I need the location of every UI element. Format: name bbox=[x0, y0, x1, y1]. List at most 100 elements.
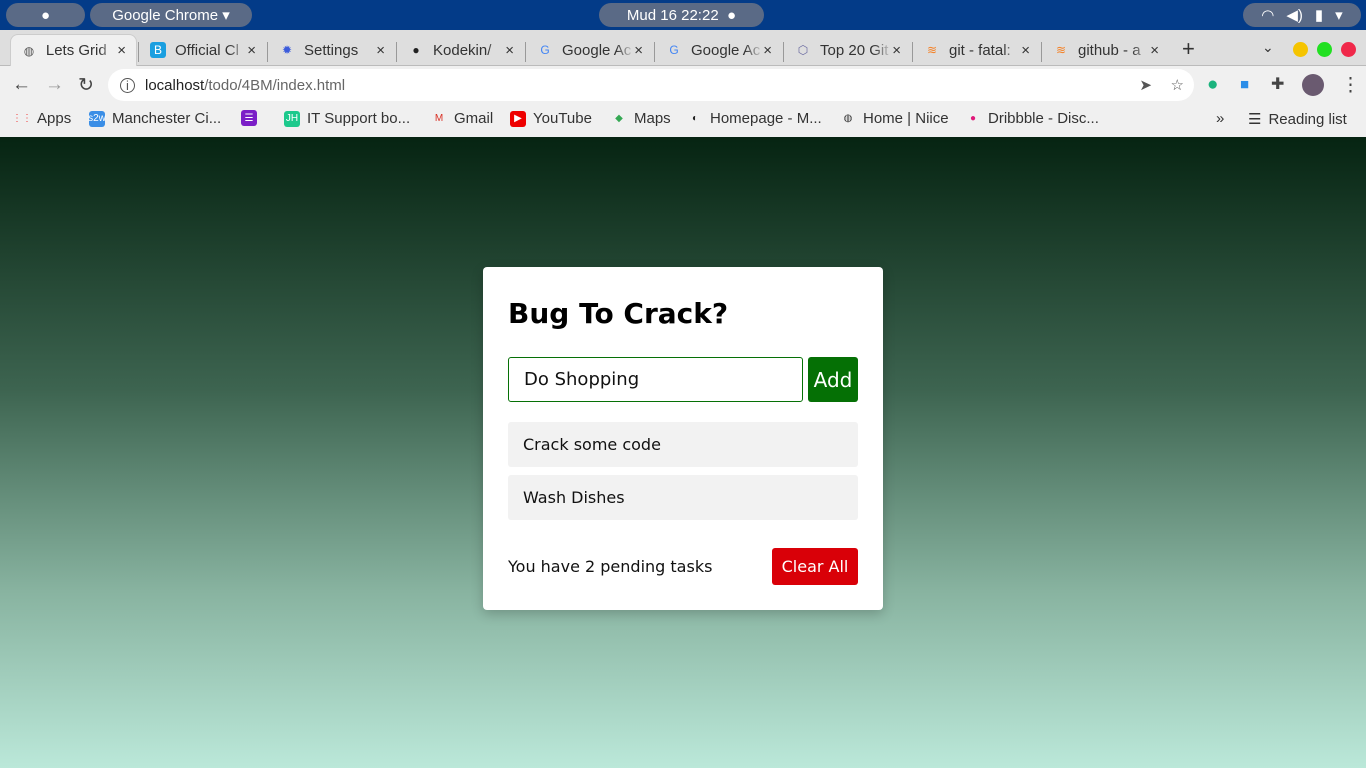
bookmark[interactable]: ◐ Homepage - M... bbox=[687, 110, 822, 127]
todo-title: Bug To Crack? bbox=[508, 297, 729, 330]
add-button[interactable]: Add bbox=[808, 357, 858, 402]
wifi-icon: ◠ bbox=[1261, 7, 1275, 24]
gear-icon: ✹ bbox=[281, 43, 293, 57]
globe-icon: ◍ bbox=[23, 43, 35, 58]
github-icon: ● bbox=[412, 43, 420, 57]
info-icon: i bbox=[120, 77, 135, 93]
volume-icon: ◀) bbox=[1286, 7, 1303, 24]
tab-separator bbox=[396, 42, 397, 62]
minimize-button[interactable] bbox=[1293, 42, 1308, 57]
close-icon[interactable]: × bbox=[376, 42, 385, 59]
bootstrap-icon: B bbox=[150, 42, 166, 58]
maps-icon: ◆ bbox=[615, 113, 623, 124]
bookmark[interactable]: ⋮⋮ Apps bbox=[12, 110, 72, 127]
tab-title: Google Ac bbox=[691, 41, 761, 59]
maximize-button[interactable] bbox=[1317, 42, 1332, 57]
dribbble-icon: ● bbox=[969, 113, 977, 124]
bookmark[interactable]: ◍ Home | Niice bbox=[840, 110, 949, 127]
bookmark[interactable]: ▶ YouTube bbox=[510, 110, 592, 127]
clear-all-button[interactable]: Clear All bbox=[772, 548, 858, 585]
close-icon[interactable]: × bbox=[763, 42, 772, 59]
apple-icon: ● bbox=[40, 6, 51, 24]
send-icon[interactable]: ➤ bbox=[1139, 76, 1152, 94]
tab[interactable]: ● Kodekin/ × bbox=[398, 34, 524, 66]
bookmark[interactable]: M Gmail bbox=[431, 110, 493, 127]
tab[interactable]: ✹ Settings × bbox=[269, 34, 395, 66]
task-input[interactable] bbox=[508, 357, 803, 402]
bookmark-label: Apps bbox=[37, 110, 72, 127]
google-icon: G bbox=[540, 43, 550, 57]
tab-search-icon[interactable]: ⌄ bbox=[1262, 39, 1274, 56]
tab-title: Top 20 Git bbox=[820, 41, 889, 59]
tab[interactable]: B Official Cl × bbox=[140, 34, 266, 66]
new-tab-icon[interactable]: + bbox=[1182, 36, 1195, 62]
reading-list-button[interactable]: ☰ Reading list bbox=[1248, 110, 1347, 129]
list-item[interactable]: Crack some code bbox=[508, 422, 858, 467]
bookmarks-bar: » ☰ Reading list ⋮⋮ Apps s2w Manchester Ci..… bbox=[0, 104, 1366, 137]
more-bookmarks-icon[interactable]: » bbox=[1216, 110, 1224, 127]
bookmark-label: Dribbble - Disc... bbox=[988, 110, 1099, 127]
reload-icon[interactable]: ↻ bbox=[78, 74, 94, 97]
system-tray[interactable]: ◠ ◀) ▮ ▾ bbox=[1243, 3, 1361, 27]
battery-icon: ▮ bbox=[1314, 7, 1324, 24]
stackoverflow-icon: ≋ bbox=[1055, 43, 1067, 57]
bookmark[interactable]: JH IT Support bo... bbox=[284, 110, 410, 127]
avatar[interactable] bbox=[1302, 74, 1324, 96]
tab[interactable]: ≋ github - a × bbox=[1043, 34, 1169, 66]
bookmark[interactable]: ● Dribbble - Disc... bbox=[965, 110, 1099, 127]
close-icon[interactable]: × bbox=[117, 42, 126, 59]
tab-separator bbox=[912, 42, 913, 62]
tab-title: Settings bbox=[304, 41, 359, 59]
tab-separator bbox=[783, 42, 784, 62]
close-icon[interactable]: × bbox=[1021, 42, 1030, 59]
clock[interactable]: Mud 16 22:22 ● bbox=[599, 3, 764, 27]
extension-icon[interactable]: ■ bbox=[1240, 76, 1249, 93]
youtube-icon: ▶ bbox=[510, 110, 526, 127]
apple-menu-button[interactable]: ● bbox=[6, 3, 85, 27]
puzzle-icon[interactable]: ✚ bbox=[1271, 74, 1284, 94]
bookmark[interactable]: ☰ bbox=[241, 110, 264, 126]
form-icon: ☰ bbox=[241, 110, 257, 126]
close-window-button[interactable] bbox=[1341, 42, 1356, 57]
tab[interactable]: ⬡ Top 20 Git × bbox=[785, 34, 911, 66]
tab-title: Google Ac bbox=[562, 41, 632, 59]
forward-icon[interactable]: → bbox=[45, 74, 64, 96]
tab[interactable]: ◍ Lets Grid × bbox=[10, 34, 137, 66]
homepage-icon: ◐ bbox=[691, 113, 699, 124]
bookmark[interactable]: ◆ Maps bbox=[611, 110, 671, 127]
star-icon[interactable]: ☆ bbox=[1171, 76, 1184, 94]
bookmark-label: Manchester Ci... bbox=[112, 110, 222, 127]
kebab-menu-icon[interactable]: ⋮ bbox=[1341, 74, 1360, 97]
tab[interactable]: G Google Ac × bbox=[656, 34, 782, 66]
tab-title: Lets Grid bbox=[45, 42, 107, 59]
tab-title: Kodekin/ bbox=[433, 41, 492, 59]
tab-separator bbox=[138, 42, 139, 62]
close-icon[interactable]: × bbox=[1150, 42, 1159, 59]
reading-list-icon: ☰ bbox=[1248, 111, 1262, 128]
close-icon[interactable]: × bbox=[892, 42, 901, 59]
bookmark-label: Gmail bbox=[454, 110, 494, 127]
bookmark-label: Maps bbox=[634, 110, 671, 127]
grammarly-icon[interactable]: ● bbox=[1207, 74, 1218, 96]
bookmark-label: Home | Niice bbox=[863, 110, 949, 127]
chevron-down-icon: ▾ bbox=[1335, 7, 1343, 24]
close-icon[interactable]: × bbox=[247, 42, 256, 59]
list-item[interactable]: Wash Dishes bbox=[508, 475, 858, 520]
stackoverflow-icon: ≋ bbox=[926, 43, 938, 57]
pending-count: You have 2 pending tasks bbox=[508, 557, 713, 576]
tab[interactable]: ≋ git - fatal: × bbox=[914, 34, 1040, 66]
tab-title: git - fatal: bbox=[949, 41, 1011, 59]
tab-separator bbox=[525, 42, 526, 62]
toolbar: ← → ↻ i localhost/todo/4BM/index.html ➤ … bbox=[0, 66, 1366, 104]
hex-icon: ⬡ bbox=[797, 43, 809, 57]
tab-title: github - a bbox=[1078, 41, 1141, 59]
address-bar[interactable]: i localhost/todo/4BM/index.html ➤ ☆ bbox=[108, 69, 1194, 101]
back-icon[interactable]: ← bbox=[12, 74, 31, 96]
tab[interactable]: G Google Ac × bbox=[527, 34, 653, 66]
close-icon[interactable]: × bbox=[505, 42, 514, 59]
close-icon[interactable]: × bbox=[634, 42, 643, 59]
app-menu-button[interactable]: Google Chrome ▾ bbox=[90, 3, 252, 27]
jh-icon: JH bbox=[284, 110, 300, 127]
bookmark[interactable]: s2w Manchester Ci... bbox=[88, 110, 222, 127]
google-icon: G bbox=[669, 43, 679, 57]
